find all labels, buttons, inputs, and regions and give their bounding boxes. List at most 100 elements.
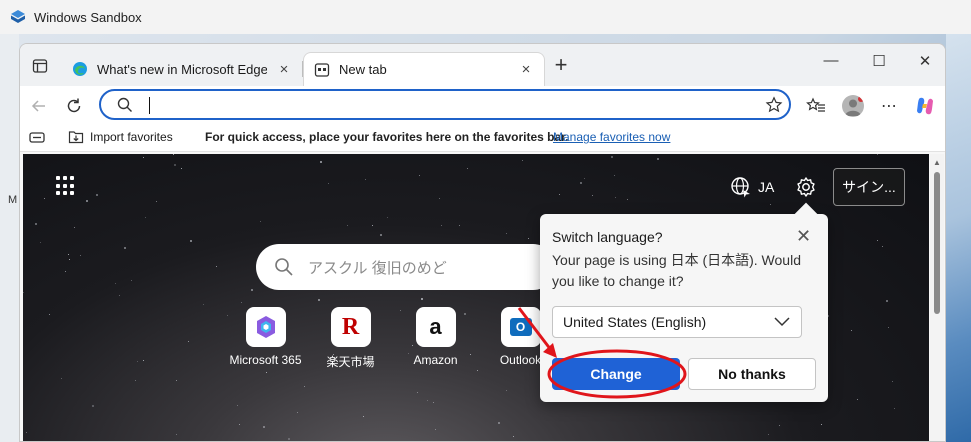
quick-links: Microsoft 365 R 楽天市場 a Amazon O Outlook xyxy=(223,307,563,377)
star xyxy=(173,154,174,155)
star xyxy=(528,238,529,239)
back-arrow-icon xyxy=(31,100,45,112)
add-favorite-star-icon[interactable] xyxy=(765,96,783,114)
refresh-button[interactable] xyxy=(61,93,87,119)
star xyxy=(857,399,858,400)
quick-link-rakuten[interactable]: R 楽天市場 xyxy=(308,307,393,370)
maximize-button[interactable]: ☐ xyxy=(864,52,894,76)
star xyxy=(441,225,442,226)
new-tab-page-icon xyxy=(314,62,330,77)
microsoft-365-icon xyxy=(245,307,286,347)
star xyxy=(181,168,182,169)
star xyxy=(506,233,507,234)
scroll-up-arrow-icon[interactable]: ▲ xyxy=(933,158,941,167)
star xyxy=(237,405,238,406)
star xyxy=(174,164,176,166)
quick-link-label: Outlook xyxy=(499,353,542,367)
star xyxy=(506,390,507,391)
new-tab-button[interactable]: + xyxy=(548,53,574,79)
sign-in-button[interactable]: サイン... xyxy=(833,168,905,206)
star xyxy=(68,254,69,255)
import-favorites-button[interactable]: Import favorites xyxy=(68,129,173,144)
star xyxy=(61,378,62,379)
app-launcher-button[interactable] xyxy=(56,176,76,196)
sandbox-title-bar: Windows Sandbox xyxy=(0,0,971,34)
star xyxy=(263,426,265,428)
back-button[interactable] xyxy=(26,93,52,119)
amazon-icon: a xyxy=(415,307,456,347)
star xyxy=(439,198,440,199)
search-icon xyxy=(275,258,293,276)
star xyxy=(419,175,420,176)
star xyxy=(435,429,436,430)
switch-language-popup: Switch language? ✕ Your page is using 日本… xyxy=(540,202,828,402)
chevron-down-icon xyxy=(774,317,790,327)
text-caret xyxy=(149,97,150,114)
star xyxy=(318,299,320,301)
quick-link-amazon[interactable]: a Amazon xyxy=(393,307,478,367)
star xyxy=(35,223,37,225)
star xyxy=(251,289,253,291)
settings-more-button[interactable]: ⋯ xyxy=(876,93,902,119)
globe-language-icon xyxy=(731,177,750,198)
no-thanks-button[interactable]: No thanks xyxy=(688,358,816,390)
star xyxy=(522,160,523,161)
change-language-button[interactable]: Change xyxy=(552,358,680,390)
star xyxy=(467,168,468,169)
star xyxy=(26,432,27,433)
star xyxy=(145,217,146,218)
manage-favorites-link[interactable]: Manage favorites now xyxy=(553,130,670,144)
star xyxy=(459,225,460,226)
favorites-bar: Import favorites For quick access, place… xyxy=(20,124,945,152)
star xyxy=(611,156,613,158)
language-select[interactable]: United States (English) xyxy=(552,306,802,338)
star xyxy=(657,158,659,160)
tab-new-tab[interactable]: New tab × xyxy=(303,52,545,86)
star xyxy=(892,381,893,382)
import-favorites-label: Import favorites xyxy=(90,129,173,144)
close-window-button[interactable]: ✕ xyxy=(910,52,940,76)
star xyxy=(320,161,322,163)
star xyxy=(241,302,242,303)
star xyxy=(580,182,582,184)
star xyxy=(417,392,418,393)
tab-close-button[interactable]: × xyxy=(518,61,534,78)
page-scrollbar[interactable]: ▲ xyxy=(930,154,944,441)
minimize-button[interactable]: — xyxy=(816,52,846,76)
scrollbar-thumb[interactable] xyxy=(934,172,940,314)
star xyxy=(260,221,261,222)
tab-whats-new[interactable]: What's new in Microsoft Edge × xyxy=(62,52,302,86)
sandbox-title: Windows Sandbox xyxy=(34,9,142,25)
desktop-wallpaper-edge xyxy=(946,34,971,442)
web-search-box[interactable]: アスクル 復旧のめど xyxy=(256,244,556,290)
quick-link-microsoft-365[interactable]: Microsoft 365 xyxy=(223,307,308,367)
tab-close-button[interactable]: × xyxy=(276,61,292,78)
star xyxy=(74,227,75,228)
star xyxy=(86,200,88,202)
desktop-glyph: M xyxy=(8,194,18,206)
star xyxy=(188,341,189,342)
language-button[interactable]: JA xyxy=(730,176,774,198)
gear-icon xyxy=(797,177,815,197)
page-settings-button[interactable] xyxy=(795,176,817,198)
star xyxy=(559,194,560,195)
profile-avatar[interactable] xyxy=(842,95,864,117)
favorites-button[interactable] xyxy=(803,93,829,119)
copilot-button[interactable] xyxy=(912,93,938,119)
popup-close-button[interactable]: ✕ xyxy=(796,226,811,247)
tab-actions-button[interactable] xyxy=(26,53,54,79)
star xyxy=(80,255,81,256)
star xyxy=(347,225,348,226)
tab-label: New tab xyxy=(339,62,387,77)
favorites-bar-toggle-icon[interactable] xyxy=(29,131,45,145)
search-placeholder: アスクル 復旧のめど xyxy=(308,259,447,277)
star xyxy=(877,154,878,155)
address-bar[interactable] xyxy=(99,89,791,120)
popup-title: Switch language? xyxy=(552,229,663,245)
star xyxy=(44,198,45,199)
star xyxy=(124,247,126,249)
navigation-toolbar: ⋯ xyxy=(20,86,945,124)
star xyxy=(328,183,329,184)
star xyxy=(770,204,771,205)
star xyxy=(380,234,382,236)
